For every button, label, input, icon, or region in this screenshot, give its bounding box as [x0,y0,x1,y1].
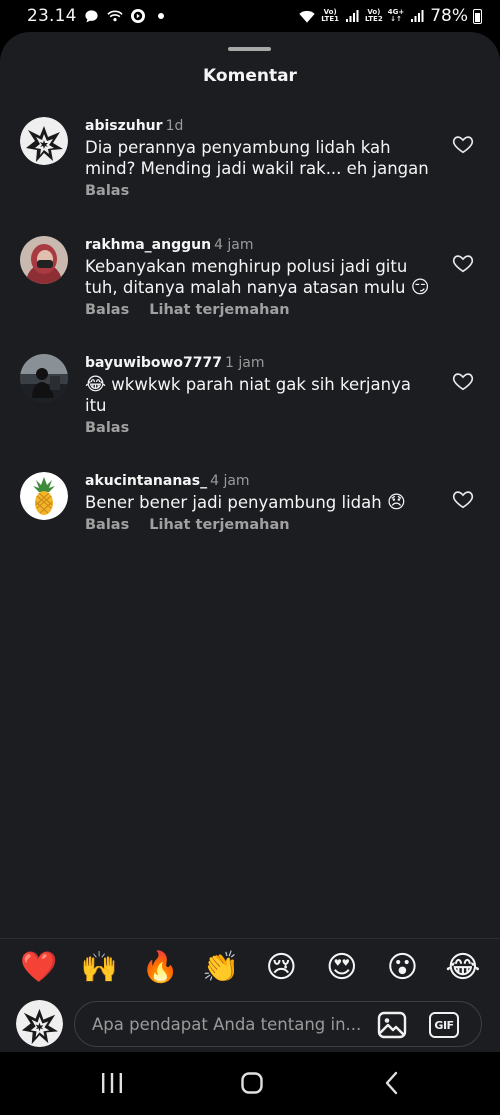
drag-handle[interactable] [228,47,271,51]
like-heart-icon[interactable] [452,488,474,510]
sim1-label: Vo) LTE1 [321,8,339,23]
battery-percent: 78% [430,6,468,26]
like-heart-icon[interactable] [452,252,474,274]
network-type-label: 4G+ ↓↑ [387,8,405,23]
play-circle-icon [130,8,146,24]
reply-button[interactable]: Balas [85,183,129,199]
status-bar: 23.14 Vo) LTE1 Vo) LTE2 4G+ ↓↑ 78% [0,0,500,32]
avatar[interactable] [20,472,68,520]
comment-input[interactable]: Apa pendapat Anda tentang in... GIF [74,1001,482,1047]
comment-username[interactable]: rakhma_anggun [85,237,211,253]
reaction-heart-eyes[interactable]: 😍 [323,949,361,987]
chat-bubble-icon [84,8,100,24]
signal-sim2-icon [409,8,425,24]
gif-button[interactable]: GIF [429,1012,459,1038]
comment-item: rakhma_anggun 4 jam Kebanyakan menghirup … [20,236,480,328]
wifi-icon [298,8,316,24]
comment-time: 4 jam [210,473,250,489]
comment-text: wkwkwk parah niat gak sih kerjanya itu [85,375,411,415]
image-icon[interactable] [377,1011,407,1039]
comment-text: Kebanyakan menghirup polusi jadi gitu tu… [85,257,408,297]
home-icon[interactable] [237,1070,267,1096]
wifi-call-icon [107,8,123,24]
avatar[interactable] [20,117,68,165]
reaction-clap[interactable]: 👏 [202,949,240,987]
battery-icon [473,8,482,24]
comment-input-placeholder[interactable]: Apa pendapat Anda tentang in... [92,1015,372,1034]
quick-reactions-bar: ❤️ 🙌 🔥 👏 😢 😍 😮 😂 [0,938,500,996]
sim2-label: Vo) LTE2 [364,8,383,23]
comment-username[interactable]: abiszuhur [85,118,163,134]
see-translation-button[interactable]: Lihat terjemahan [149,517,289,533]
comment-time: 4 jam [214,237,254,253]
smirk-emoji: 😏 [410,277,430,298]
recent-apps-icon[interactable] [97,1070,127,1096]
system-navigation-bar [0,1052,500,1115]
comment-time: 1 jam [225,355,265,371]
back-icon[interactable] [377,1070,407,1096]
reply-button[interactable]: Balas [85,517,129,533]
reaction-crying[interactable]: 😢 [262,949,300,987]
see-translation-button[interactable]: Lihat terjemahan [149,302,289,318]
comment-item: abiszuhur 1d Dia perannya penyambung lida… [20,117,480,207]
comment-username[interactable]: bayuwibowo7777 [85,355,222,371]
notification-dot-icon [153,8,169,24]
comment-composer: Apa pendapat Anda tentang in... GIF [0,996,500,1052]
reply-button[interactable]: Balas [85,420,129,436]
comment-text: Bener bener jadi penyambung lidah [85,493,382,512]
laughing-emoji: 😂 [85,374,107,395]
reply-button[interactable]: Balas [85,302,129,318]
comment-time: 1d [165,118,184,134]
reaction-heart[interactable]: ❤️ [20,949,58,987]
comments-sheet: Komentar abiszuhur 1d Dia perannya penyam… [0,32,500,1052]
reaction-laughing[interactable]: 😂 [444,949,482,987]
like-heart-icon[interactable] [452,133,474,155]
reaction-fire[interactable]: 🔥 [141,949,179,987]
status-time: 23.14 [27,6,77,26]
signal-sim1-icon [344,8,360,24]
like-heart-icon[interactable] [452,370,474,392]
comment-item: akucintananas_ 4 jam Bener bener jadi pen… [20,472,480,544]
sheet-title: Komentar [203,66,297,86]
disappointed-emoji: 😞 [386,492,406,513]
reaction-raised-hands[interactable]: 🙌 [81,949,119,987]
comment-text: Dia perannya penyambung lidah kah mind? … [85,138,429,178]
avatar[interactable] [20,354,68,402]
avatar[interactable] [20,236,68,284]
current-user-avatar [16,1000,63,1047]
comment-username[interactable]: akucintananas_ [85,473,207,489]
reaction-surprised[interactable]: 😮 [383,949,421,987]
comment-item: bayuwibowo7777 1 jam 😂 wkwkwk parah niat … [20,354,480,446]
